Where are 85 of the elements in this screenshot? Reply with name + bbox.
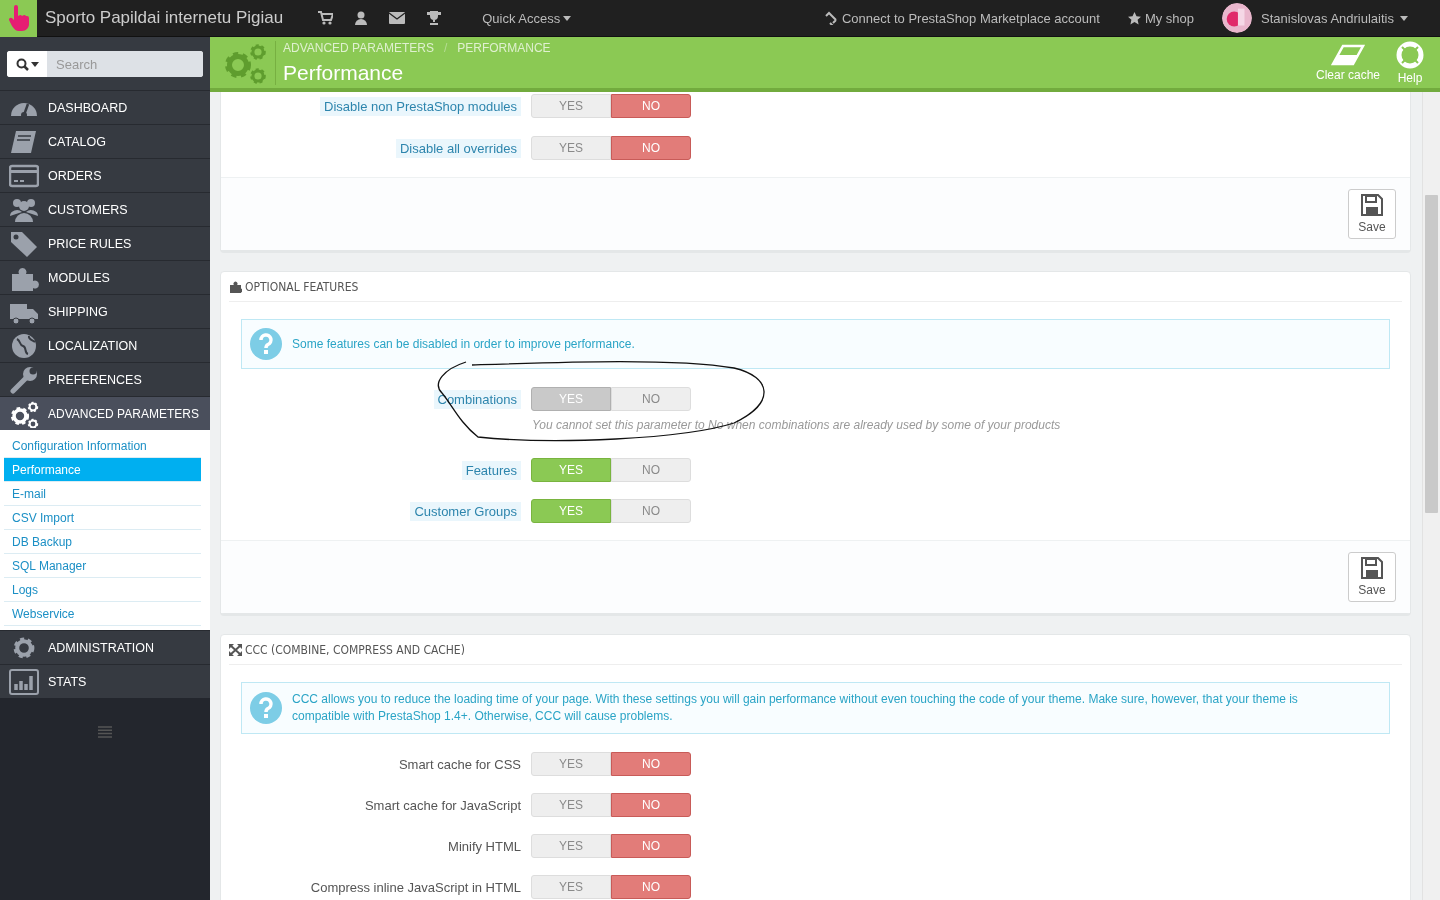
- field-label: Smart cache for CSS: [398, 755, 521, 774]
- field-label: Smart cache for JavaScript: [364, 796, 521, 815]
- lifebuoy-icon: [1396, 40, 1424, 69]
- logo-tile[interactable]: [0, 0, 37, 37]
- submenu-item[interactable]: SQL Manager: [4, 554, 201, 578]
- sidebar-item[interactable]: ORDERS: [0, 158, 210, 192]
- quick-access-menu[interactable]: Quick Access: [482, 10, 572, 26]
- no-option: NO: [611, 387, 691, 411]
- yes-option[interactable]: YES: [531, 499, 611, 523]
- yes-option[interactable]: YES: [531, 834, 611, 858]
- no-option[interactable]: NO: [611, 136, 691, 160]
- yes-option[interactable]: YES: [531, 94, 611, 118]
- no-option[interactable]: NO: [611, 94, 691, 118]
- field-label: Features: [461, 460, 521, 480]
- info-message: CCC allows you to reduce the loading time of your page. With these settings you will gain performance without even touching the code of your theme. Make sure, however, that your theme is compatible with PrestaShop 1.4+. Otherwise, CCC will cause problems.: [292, 691, 1299, 725]
- submenu-item[interactable]: CSV Import: [4, 506, 201, 530]
- field-label: Customer Groups: [410, 501, 521, 521]
- submenu-item[interactable]: Performance: [4, 458, 201, 482]
- yes-option[interactable]: YES: [531, 752, 611, 776]
- cart-icon[interactable]: [318, 11, 334, 25]
- yes-option[interactable]: YES: [531, 458, 611, 482]
- no-option[interactable]: NO: [611, 875, 691, 899]
- submenu-item[interactable]: DB Backup: [4, 530, 201, 554]
- pointing-hand-icon: [7, 5, 30, 31]
- page-title: Performance: [283, 60, 405, 85]
- search-icon: [15, 57, 29, 71]
- trophy-icon[interactable]: [427, 11, 442, 25]
- toolbar-button[interactable]: Help: [1396, 40, 1424, 85]
- help-icon: [250, 328, 282, 360]
- sidebar-item[interactable]: CUSTOMERS: [0, 192, 210, 226]
- panel-title: OPTIONAL FEATURES: [245, 279, 359, 294]
- puzzle-icon: [229, 280, 242, 293]
- save-button[interactable]: Save: [1348, 189, 1396, 239]
- scrollbar[interactable]: [1422, 92, 1440, 900]
- info-message: Some features can be disabled in order to improve performance.: [292, 335, 635, 353]
- gears-icon: [9, 399, 39, 428]
- field-label: Minify HTML: [448, 837, 521, 856]
- sidebar-item[interactable]: DASHBOARD: [0, 90, 210, 124]
- user-icon[interactable]: [355, 11, 368, 25]
- wrench-icon: [9, 365, 39, 394]
- submenu-item[interactable]: E-mail: [4, 482, 201, 506]
- no-option[interactable]: NO: [611, 458, 691, 482]
- help-icon: [250, 692, 282, 724]
- panel-title: CCC (COMBINE, COMPRESS AND CACHE): [245, 642, 465, 657]
- user-menu[interactable]: Stanislovas Andriulaitis: [1222, 3, 1408, 33]
- bar-chart-icon: [9, 667, 39, 696]
- shop-name[interactable]: Sporto Papildai internetu Pigiau: [45, 8, 284, 28]
- sidebar-item[interactable]: ADVANCED PARAMETERS: [0, 396, 210, 430]
- globe-icon: [9, 331, 39, 360]
- field-label: Disable non PrestaShop modules: [320, 96, 521, 116]
- sidebar-item[interactable]: MODULES: [0, 260, 210, 294]
- toolbar-button[interactable]: Clear cache: [1315, 43, 1380, 82]
- field-label: Compress inline JavaScript in HTML: [310, 878, 521, 897]
- sidebar-item[interactable]: STATS: [0, 664, 210, 698]
- yes-option[interactable]: YES: [531, 136, 611, 160]
- no-option[interactable]: NO: [611, 834, 691, 858]
- no-option[interactable]: NO: [611, 499, 691, 523]
- marketplace-link[interactable]: Connect to PrestaShop Marketplace account: [823, 10, 1100, 26]
- submenu-item[interactable]: Webservice: [4, 602, 201, 626]
- breadcrumb-separator: /: [443, 40, 448, 55]
- arrows-icon: [229, 643, 242, 656]
- submenu-item[interactable]: Logs: [4, 578, 201, 602]
- caret-icon: [563, 15, 572, 21]
- search-field[interactable]: Search: [47, 51, 203, 77]
- sidebar-item[interactable]: CATALOG: [0, 124, 210, 158]
- eraser-icon: [1331, 43, 1365, 66]
- yes-option[interactable]: YES: [531, 793, 611, 817]
- tag-icon: [9, 229, 39, 258]
- star-icon: [1127, 11, 1141, 25]
- field-label: Disable all overrides: [395, 138, 521, 158]
- save-button[interactable]: Save: [1348, 552, 1396, 602]
- sidebar-item[interactable]: PRICE RULES: [0, 226, 210, 260]
- caret-icon: [1400, 15, 1408, 21]
- envelope-icon[interactable]: [389, 12, 406, 24]
- no-option[interactable]: NO: [611, 793, 691, 817]
- caret-icon: [30, 61, 39, 67]
- sidebar-item[interactable]: SHIPPING: [0, 294, 210, 328]
- scrollbar-thumb[interactable]: [1425, 195, 1438, 513]
- sidebar-item[interactable]: ADMINISTRATION: [0, 630, 210, 664]
- my-shop-link[interactable]: My shop: [1127, 10, 1195, 26]
- no-option[interactable]: NO: [611, 752, 691, 776]
- sidebar-item[interactable]: LOCALIZATION: [0, 328, 210, 362]
- yes-option[interactable]: YES: [531, 875, 611, 899]
- sidebar-item[interactable]: PREFERENCES: [0, 362, 210, 396]
- avatar: [1222, 3, 1253, 33]
